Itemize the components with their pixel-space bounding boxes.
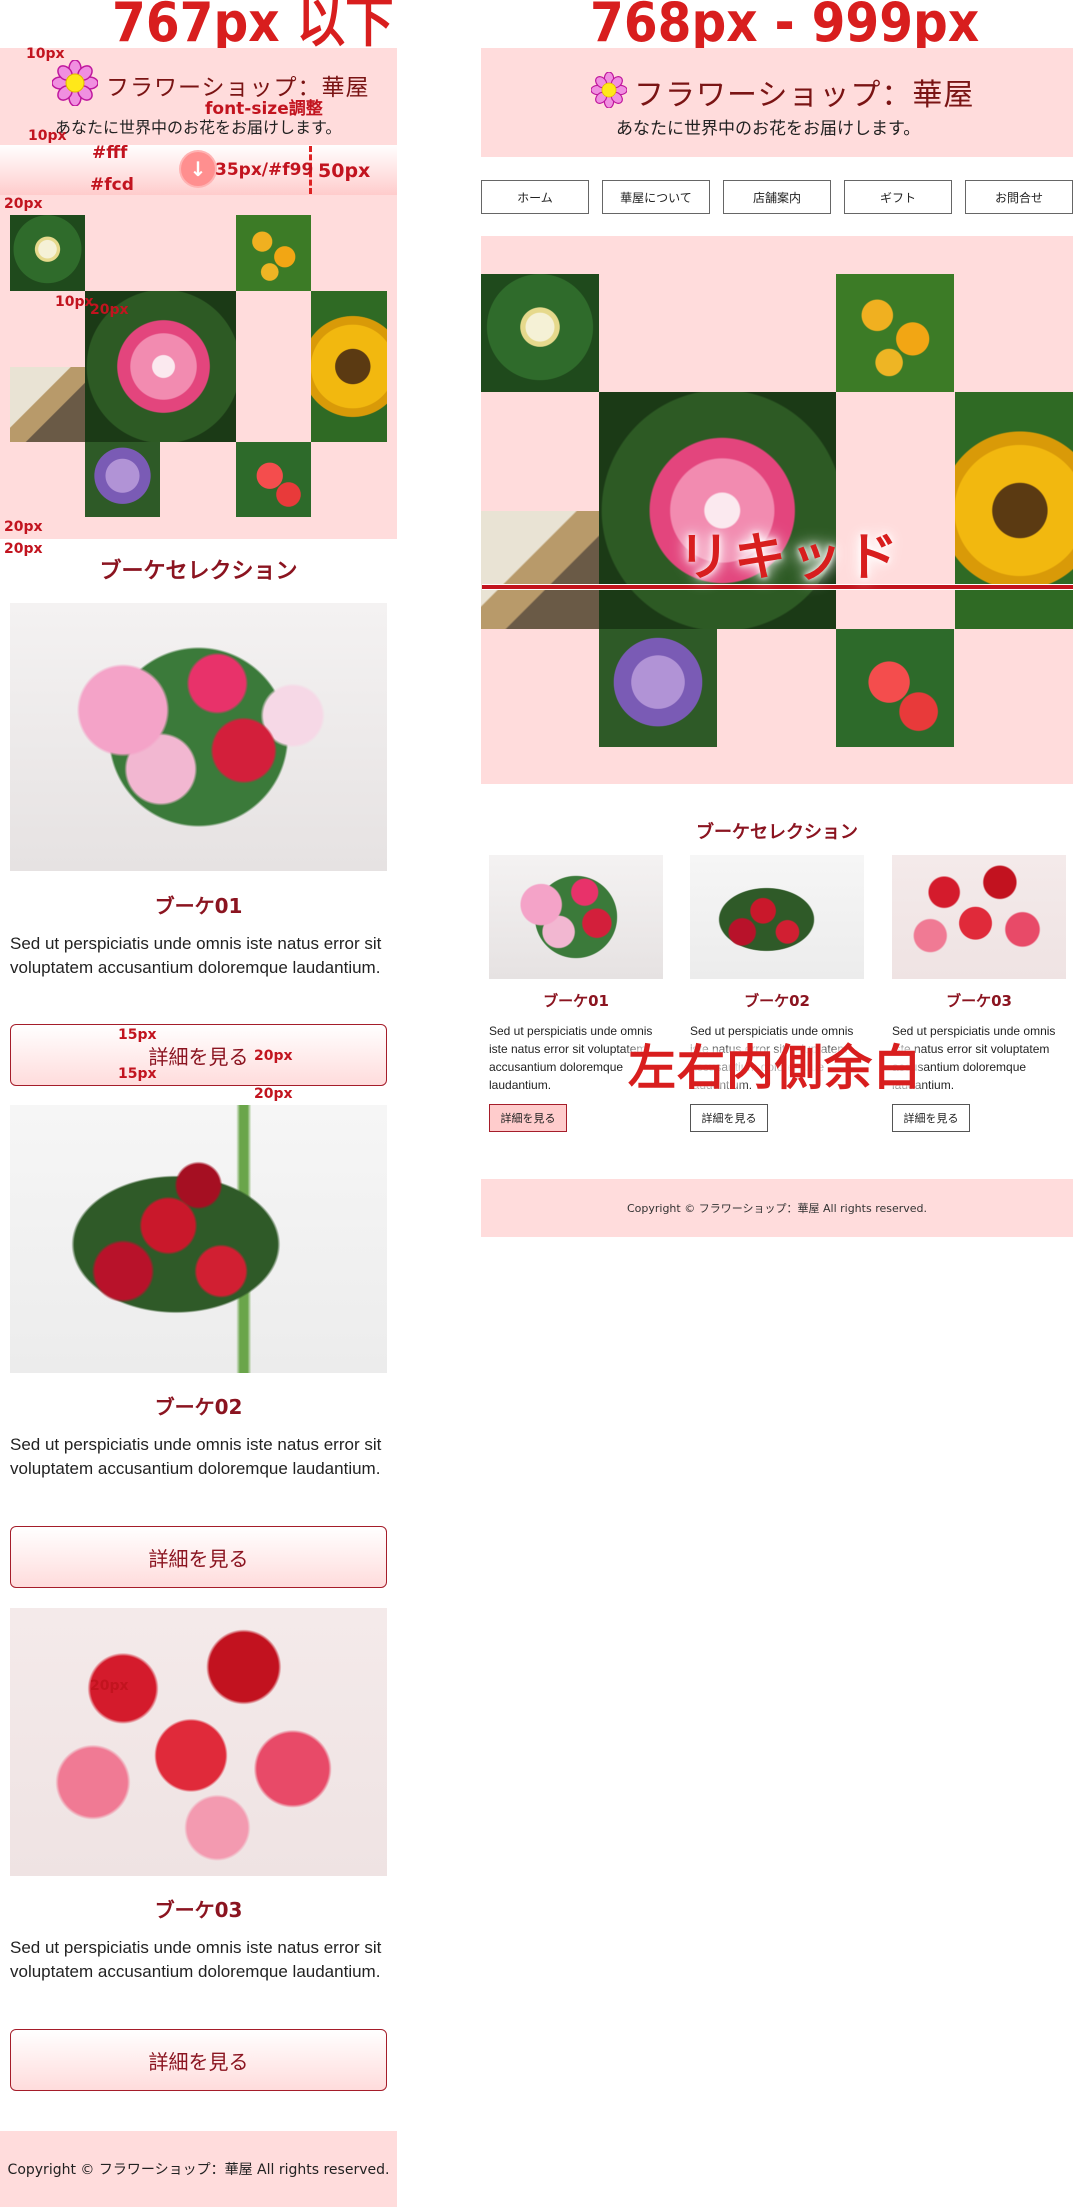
mobile-card-title-2: ブーケ02: [154, 1395, 243, 1419]
annotation-font-size: font-size調整: [205, 99, 323, 119]
bouquet-photo-3: [892, 855, 1066, 979]
annotation-spacing: 20px: [4, 519, 43, 535]
tablet-detail-button-3[interactable]: 詳細を見る: [892, 1104, 970, 1132]
annotation-spacing: 20px: [4, 196, 43, 212]
annotation-spacing: 20px: [90, 1678, 129, 1694]
tablet-card-title-1: ブーケ01: [543, 992, 609, 1010]
mobile-card-text-3: Sed ut perspiciatis unde omnis iste natu…: [10, 1938, 382, 1981]
tablet-site-title: フラワーショップ：華屋: [634, 78, 975, 113]
bouquet-photo-2: [10, 1105, 387, 1373]
mobile-card-text-1: Sed ut perspiciatis unde omnis iste natu…: [10, 934, 382, 977]
hydrangea-tile: [599, 629, 717, 747]
tablet-site-subtitle: あなたに世界中のお花をお届けします。: [616, 119, 921, 139]
annotation-color-white: #fff: [92, 143, 128, 163]
flower-logo-icon: [52, 60, 98, 106]
mobile-footer: Copyright © フラワーショップ：華屋 All rights reser…: [0, 2131, 397, 2207]
mobile-detail-button-1[interactable]: 詳細を見る: [10, 1024, 387, 1086]
tablet-card-title-3: ブーケ03: [946, 992, 1012, 1010]
nav-shop-info[interactable]: 店舗案内: [723, 180, 831, 214]
annotation-color-pink: #fcd: [90, 175, 134, 195]
water-lily-tile: [481, 274, 599, 392]
hydrangea-tile: [85, 442, 160, 517]
tablet-section-title: ブーケセレクション: [696, 822, 858, 843]
annotation-spacing: 15px: [118, 1066, 157, 1082]
tablet-card-title-2: ブーケ02: [744, 992, 810, 1010]
nav-home[interactable]: ホーム: [481, 180, 589, 214]
mobile-flower-mosaic: [0, 195, 397, 539]
annotation-spacing: 10px: [26, 46, 65, 62]
mobile-breakpoint-heading: 767px 以下: [112, 0, 394, 54]
hibiscus-tile: [236, 442, 311, 517]
bouquet-photo-1: [10, 603, 387, 871]
flower-logo-icon: [591, 72, 627, 108]
annotation-spacing: 20px: [4, 541, 43, 557]
nav-about[interactable]: 華屋について: [602, 180, 710, 214]
tablet-breakpoint-heading: 768px - 999px: [590, 0, 980, 54]
annotation-inner-margin: 左右内側余白: [628, 1040, 923, 1096]
tablet-detail-button-2[interactable]: 詳細を見る: [690, 1104, 768, 1132]
annotation-spacing: 15px: [118, 1027, 157, 1043]
nav-gift[interactable]: ギフト: [844, 180, 952, 214]
tablet-flower-mosaic: [481, 236, 1073, 784]
annotation-spacing: 20px: [254, 1086, 293, 1102]
mobile-detail-button-2[interactable]: 詳細を見る: [10, 1526, 387, 1588]
annotation-liquid: リキッド: [678, 528, 903, 588]
nav-contact[interactable]: お問合せ: [965, 180, 1073, 214]
annotation-spacing: 20px: [254, 1048, 293, 1064]
arrow-down-icon[interactable]: ↓: [181, 152, 215, 186]
water-lily-tile: [10, 215, 85, 291]
yellow-flowers-tile: [236, 215, 311, 291]
bouquet-photo-2: [690, 855, 864, 979]
mobile-card-text-2: Sed ut perspiciatis unde omnis iste natu…: [10, 1435, 382, 1478]
sunflower-tile: [311, 291, 387, 442]
tablet-footer: Copyright © フラワーショップ：華屋 All rights reser…: [481, 1179, 1073, 1237]
yellow-flowers-tile: [836, 274, 954, 392]
bouquet-photo-1: [489, 855, 663, 979]
magnolia-tile: [10, 367, 85, 442]
mobile-card-title-1: ブーケ01: [154, 894, 243, 918]
hibiscus-tile: [836, 629, 954, 747]
tablet-detail-button-1[interactable]: 詳細を見る: [489, 1104, 567, 1132]
lily-tile: [599, 392, 836, 629]
sunflower-tile: [955, 392, 1073, 629]
magnolia-tile: [481, 511, 599, 629]
annotation-spacing: 20px: [90, 302, 129, 318]
mobile-section-title: ブーケセレクション: [99, 559, 298, 584]
annotation-height: 50px: [318, 160, 371, 182]
annotation-spacing: 10px: [28, 128, 67, 144]
bouquet-photo-3: [10, 1608, 387, 1876]
annotation-button-spec: 35px/#f99: [215, 160, 314, 180]
annotation-spacing: 10px: [55, 294, 94, 310]
mobile-detail-button-3[interactable]: 詳細を見る: [10, 2029, 387, 2091]
mobile-card-title-3: ブーケ03: [154, 1898, 243, 1922]
